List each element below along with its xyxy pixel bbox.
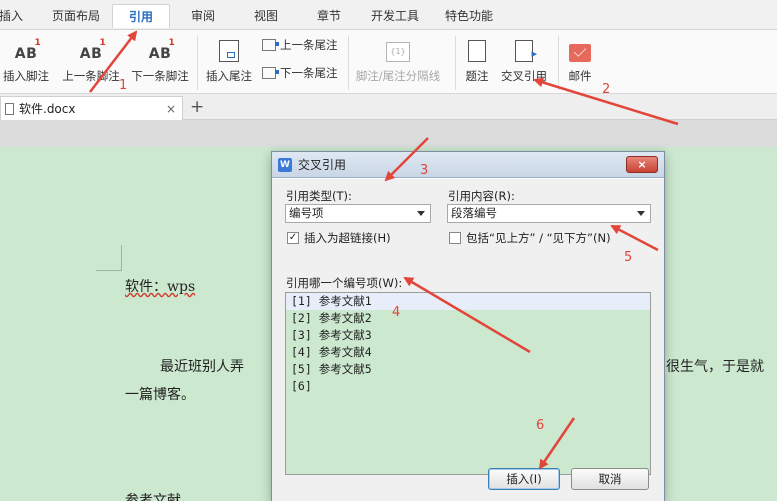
caption-icon xyxy=(468,40,486,62)
ribbon-toolbar: AB 1 插入脚注 AB 1 上一条脚注 AB 1 下一条脚注 插入尾注 上一条尾注 … xyxy=(0,30,777,94)
separator-line-label: 脚注/尾注分隔线 xyxy=(355,69,441,83)
dialog-title: 交叉引用 xyxy=(298,158,347,172)
list-item[interactable]: [2] 参考文献2 xyxy=(286,310,650,327)
insert-footnote-button[interactable]: AB 1 插入脚注 xyxy=(0,34,52,84)
next-footnote-icon: AB 1 xyxy=(148,38,176,62)
annotation-number: 4 xyxy=(392,305,401,320)
mail-icon xyxy=(569,44,591,62)
ribbon-tab-bar: 插入 页面布局 引用 审阅 视图 章节 开发工具 特色功能 xyxy=(0,0,777,30)
caption-label: 题注 xyxy=(465,69,489,83)
annotation-number: 5 xyxy=(624,250,633,265)
include-above-below-checkbox[interactable]: 包括“见上方” / “见下方”(N) xyxy=(449,230,611,246)
document-line: 一篇博客。 xyxy=(125,387,195,403)
tab-developer[interactable]: 开发工具 xyxy=(366,4,424,28)
mail-button[interactable]: 邮件 xyxy=(562,34,598,84)
margin-marker xyxy=(96,245,122,271)
dropdown-arrow-icon xyxy=(637,211,645,216)
cross-reference-label: 交叉引用 xyxy=(501,69,547,83)
annotation-number: 2 xyxy=(602,82,611,97)
insert-footnote-label: 插入脚注 xyxy=(3,69,49,83)
annotation-number: 6 xyxy=(536,418,545,433)
cancel-button[interactable]: 取消 xyxy=(571,468,649,490)
list-item[interactable]: [1] 参考文献1 xyxy=(286,293,650,310)
list-item[interactable]: [3] 参考文献3 xyxy=(286,327,650,344)
insert-endnote-label: 插入尾注 xyxy=(206,69,252,83)
separator-line-icon: {1} xyxy=(386,42,410,62)
document-tab-label: 软件.docx xyxy=(19,102,76,116)
list-item[interactable]: [5] 参考文献5 xyxy=(286,361,650,378)
reference-content-label: 引用内容(R): xyxy=(448,189,515,203)
tab-page-layout[interactable]: 页面布局 xyxy=(48,4,104,28)
annotation-number: 1 xyxy=(119,78,128,93)
tab-insert[interactable]: 插入 xyxy=(0,4,24,28)
ribbon-divider xyxy=(455,36,456,90)
ribbon-divider xyxy=(348,36,349,90)
mail-label: 邮件 xyxy=(568,69,592,83)
dialog-title-bar[interactable]: W 交叉引用 × xyxy=(272,152,664,178)
checkbox-unchecked-icon xyxy=(449,232,461,244)
tab-references[interactable]: 引用 xyxy=(112,4,170,28)
ribbon-divider xyxy=(197,36,198,90)
numbered-item-list-label: 引用哪一个编号项(W): xyxy=(286,276,403,290)
prev-footnote-label: 上一条脚注 xyxy=(62,69,120,83)
endnote-icon xyxy=(219,40,239,62)
reference-type-select[interactable]: 编号项 xyxy=(285,204,431,223)
list-item[interactable]: [4] 参考文献4 xyxy=(286,344,650,361)
document-tab[interactable]: 软件.docx × xyxy=(0,96,183,120)
tab-features[interactable]: 特色功能 xyxy=(440,4,498,28)
document-line: 软件：wps xyxy=(125,279,196,295)
footnote-icon: AB 1 xyxy=(14,38,42,62)
document-tab-strip: 软件.docx × xyxy=(0,94,777,120)
reference-type-label: 引用类型(T): xyxy=(286,189,352,203)
reference-content-select[interactable]: 段落编号 xyxy=(447,204,651,223)
tab-chapter[interactable]: 章节 xyxy=(312,4,346,28)
cross-reference-dialog: W 交叉引用 × 引用类型(T): 编号项 引用内容(R): 段落编号 ✓ 插入… xyxy=(271,151,665,501)
next-endnote-icon xyxy=(262,67,279,79)
annotation-number: 3 xyxy=(420,163,429,178)
prev-footnote-button[interactable]: AB 1 上一条脚注 xyxy=(60,34,122,84)
tab-review[interactable]: 审阅 xyxy=(186,4,220,28)
dialog-body: 引用类型(T): 编号项 引用内容(R): 段落编号 ✓ 插入为超链接(H) 包… xyxy=(272,179,664,501)
prev-footnote-icon: AB 1 xyxy=(79,38,107,62)
next-footnote-button[interactable]: AB 1 下一条脚注 xyxy=(128,34,192,84)
list-item[interactable]: [6] xyxy=(286,378,650,395)
document-icon xyxy=(5,102,14,115)
insert-button[interactable]: 插入(I) xyxy=(488,468,560,490)
cross-reference-button[interactable]: ▸ 交叉引用 xyxy=(496,34,552,84)
document-line: 最近班别人弄 xyxy=(160,359,244,375)
cross-reference-icon: ▸ xyxy=(515,40,537,62)
next-endnote-button[interactable]: 下一条尾注 xyxy=(262,65,338,81)
document-line: 很生气，于是就 xyxy=(666,359,764,375)
wps-logo-icon: W xyxy=(278,157,292,172)
new-tab-icon[interactable]: + xyxy=(190,97,204,117)
numbered-item-list[interactable]: [1] 参考文献1 [2] 参考文献2 [3] 参考文献3 [4] 参考文献4 … xyxy=(285,292,651,475)
dropdown-arrow-icon xyxy=(417,211,425,216)
prev-endnote-icon xyxy=(262,39,279,51)
close-tab-icon[interactable]: × xyxy=(166,102,176,116)
dialog-close-button[interactable]: × xyxy=(626,156,658,173)
insert-endnote-button[interactable]: 插入尾注 xyxy=(202,34,256,84)
prev-endnote-button[interactable]: 上一条尾注 xyxy=(262,37,338,53)
caption-button[interactable]: 题注 xyxy=(460,34,494,84)
insert-hyperlink-checkbox[interactable]: ✓ 插入为超链接(H) xyxy=(287,230,391,246)
ribbon-divider xyxy=(558,36,559,90)
separator-line-button[interactable]: {1} 脚注/尾注分隔线 xyxy=(352,34,444,84)
checkbox-checked-icon: ✓ xyxy=(287,232,299,244)
next-footnote-label: 下一条脚注 xyxy=(131,69,189,83)
tab-view[interactable]: 视图 xyxy=(249,4,283,28)
document-line: 参考文献 xyxy=(125,493,181,501)
